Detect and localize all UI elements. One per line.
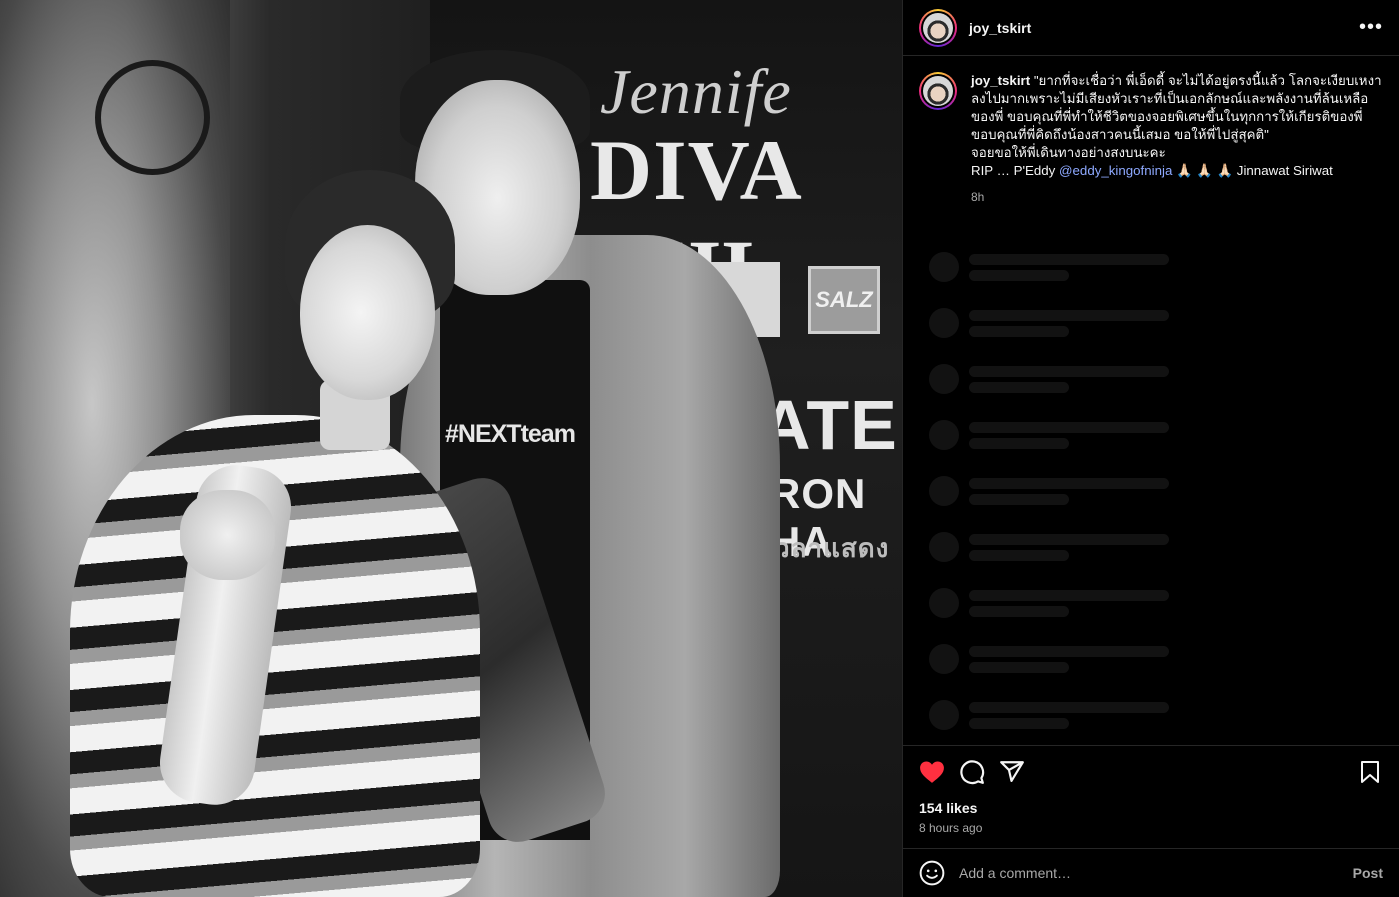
skeleton-avatar xyxy=(929,252,959,282)
caption-mention-link[interactable]: @eddy_kingofninja xyxy=(1059,163,1172,178)
skeleton-line xyxy=(969,438,1069,449)
skeleton-line xyxy=(969,494,1069,505)
caption-body: RIP … P'Eddy xyxy=(971,163,1056,178)
skeleton-avatar xyxy=(929,364,959,394)
skeleton-avatar xyxy=(929,644,959,674)
bookmark-icon[interactable] xyxy=(1357,759,1383,785)
avatar[interactable] xyxy=(919,8,957,47)
skeleton-avatar xyxy=(929,476,959,506)
skeleton-line xyxy=(969,534,1169,545)
caption-text: joy_tskirt "ยากที่จะเชื่อว่า พี่เอ็ดดี้ … xyxy=(971,72,1383,206)
caption-username[interactable]: joy_tskirt xyxy=(971,73,1030,88)
skeleton-line xyxy=(969,718,1069,729)
post-header: joy_tskirt ••• xyxy=(903,0,1399,56)
skeleton-line xyxy=(969,550,1069,561)
skeleton-line xyxy=(969,310,1169,321)
skeleton-avatar xyxy=(929,308,959,338)
skeleton-line xyxy=(969,254,1169,265)
action-bar xyxy=(903,745,1399,797)
skeleton-line xyxy=(969,270,1069,281)
woman-face xyxy=(300,225,435,400)
comment-bar: Post xyxy=(903,848,1399,897)
skeleton-line xyxy=(969,366,1169,377)
post-comment-button[interactable]: Post xyxy=(1353,865,1383,881)
photo-ring-prop xyxy=(95,60,210,175)
comment-input[interactable] xyxy=(959,865,1353,881)
skeleton-line xyxy=(969,422,1169,433)
header-username[interactable]: joy_tskirt xyxy=(969,20,1031,36)
skeleton-line xyxy=(969,590,1169,601)
poster-text: ATE xyxy=(760,386,898,464)
skeleton-line xyxy=(969,646,1169,657)
share-icon[interactable] xyxy=(999,759,1025,785)
avatar[interactable] xyxy=(919,72,957,110)
heart-filled-icon[interactable] xyxy=(919,759,945,785)
emoji-icon[interactable] xyxy=(919,860,945,886)
likes-count[interactable]: 154 likes xyxy=(919,800,977,816)
poster-text: วลาแสดง xyxy=(775,533,890,563)
skeleton-line xyxy=(969,702,1169,713)
more-horizontal-icon[interactable]: ••• xyxy=(1359,16,1383,39)
caption-timestamp[interactable]: 8h xyxy=(971,188,1383,206)
comment-icon[interactable] xyxy=(959,759,985,785)
poster-logo: SALZ xyxy=(808,266,880,334)
skeleton-line xyxy=(969,606,1069,617)
post-time-ago: 8 hours ago xyxy=(919,821,983,835)
skeleton-avatar xyxy=(929,532,959,562)
skeleton-avatar xyxy=(929,700,959,730)
skeleton-line xyxy=(969,662,1069,673)
caption-body: จอยขอให้พี่เดินทางอย่างสงบนะคะ xyxy=(971,145,1166,160)
caption-body: 🙏🏻 🙏🏻 🙏🏻 Jinnawat Siriwat xyxy=(1176,163,1333,178)
skeleton-avatar xyxy=(929,588,959,618)
skeleton-line xyxy=(969,382,1069,393)
man-hand xyxy=(180,490,275,580)
skeleton-line xyxy=(969,326,1069,337)
post-modal: Jennife DIVA CHI SALZ ATE RON HA วลาแสดง… xyxy=(0,0,1399,897)
shirt-text: #NEXTteam xyxy=(445,420,576,448)
caption-block: joy_tskirt "ยากที่จะเชื่อว่า พี่เอ็ดดี้ … xyxy=(919,72,1383,206)
post-sidebar: joy_tskirt ••• joy_tskirt "ยากที่จะเชื่อ… xyxy=(902,0,1399,897)
poster-text: Jennife xyxy=(600,56,792,127)
skeleton-line xyxy=(969,478,1169,489)
skeleton-avatar xyxy=(929,420,959,450)
caption-body: "ยากที่จะเชื่อว่า พี่เอ็ดดี้ จะไม่ได้อยู… xyxy=(971,73,1382,142)
post-photo[interactable]: Jennife DIVA CHI SALZ ATE RON HA วลาแสดง… xyxy=(0,0,902,897)
